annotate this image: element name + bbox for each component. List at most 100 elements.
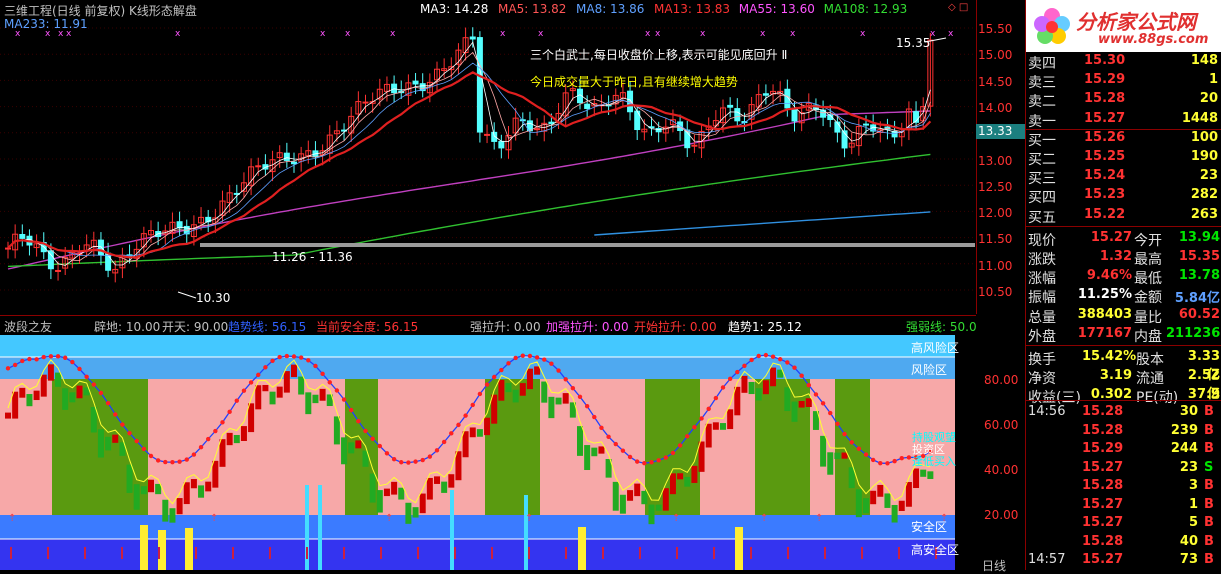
trend-dot <box>742 363 747 369</box>
stair-bar <box>76 385 83 399</box>
stair-bar <box>262 384 269 392</box>
trend-dot <box>434 448 440 453</box>
signal-marker: x <box>645 29 651 39</box>
trend-dot <box>592 414 597 420</box>
indicator-panel[interactable]: ⇡ ⇡ ⇡ ⇡ ⇡ ⇡ ⇡ ⇡ 高风险区 风险区 安全区 高安全区 持股观望 投资区 逢低买入 <box>0 335 976 570</box>
indicator-tick-label: 20.00 <box>984 508 1019 522</box>
ma13-line <box>7 71 932 259</box>
candle-body <box>727 104 734 108</box>
stat-value: 11.25% <box>1077 287 1132 303</box>
stat-label: 外盘 <box>1028 328 1056 345</box>
stat-row: 涨跌 1.32 最高 15.35 <box>1026 248 1221 268</box>
stat-value: 177167 <box>1077 325 1132 341</box>
bottom-tick <box>454 547 456 559</box>
tick-row[interactable]: 15.28 239 B <box>1026 422 1221 440</box>
trend-dot <box>170 459 175 465</box>
tick-volume: 40 <box>1179 533 1198 549</box>
signal-marker: x <box>790 29 796 39</box>
trend-dot <box>370 436 375 442</box>
bottom-tick <box>195 547 197 559</box>
candle-body <box>762 93 769 96</box>
bottom-tick <box>306 547 308 559</box>
stat-row: 外盘 177167 内盘 211236 <box>1026 325 1221 345</box>
quote-label: 卖二 <box>1028 94 1056 111</box>
price-tick-label: 15.50 <box>978 22 1013 36</box>
candle-body <box>791 107 798 122</box>
tick-volume: 23 <box>1179 459 1198 475</box>
trend-dot <box>399 460 404 465</box>
candle-body <box>55 269 62 272</box>
indicator-name: 波段之友 <box>4 320 53 334</box>
main-chart-panel[interactable]: xxxxxxxxxxxxxxxxxx 三维工程(日线 前复权) K线形态解盘 M… <box>0 0 977 314</box>
trend-dot <box>735 369 740 375</box>
flower-logo-icon <box>1032 6 1072 46</box>
trend-dot <box>220 420 225 425</box>
candle-body <box>534 128 541 131</box>
stair-bar <box>669 473 676 495</box>
low-arrow <box>177 291 197 299</box>
quote-volume: 1 <box>1208 72 1218 88</box>
tick-row[interactable]: 14:57 15.27 73 B <box>1026 551 1221 569</box>
price-tick-label: 12.00 <box>978 206 1013 221</box>
quote-volume: 100 <box>1190 129 1218 145</box>
stair-bar <box>176 498 183 515</box>
quote-volume: 1448 <box>1181 110 1218 126</box>
tick-row[interactable]: 15.28 40 B <box>1026 533 1221 551</box>
tick-price: 15.27 <box>1082 496 1124 512</box>
stat-label: 今开 <box>1134 232 1162 249</box>
bottom-tick <box>417 547 419 559</box>
indicator-chart[interactable]: ⇡ ⇡ ⇡ ⇡ ⇡ ⇡ ⇡ ⇡ <box>0 335 976 570</box>
stair-bar <box>469 427 476 438</box>
tick-row[interactable]: 15.27 5 B <box>1026 514 1221 532</box>
stair-bar <box>863 498 869 514</box>
tick-volume: 3 <box>1188 478 1198 493</box>
stair-bar <box>448 474 455 488</box>
stat-label: 最低 <box>1134 271 1162 288</box>
trend-dot <box>656 458 661 463</box>
tick-row[interactable]: 15.27 23 S <box>1026 459 1221 477</box>
trend-dot <box>198 444 204 450</box>
quote-price: 15.26 <box>1084 129 1126 145</box>
ma-legend-item: MA13: 13.83 <box>654 2 731 16</box>
trend-dot <box>248 380 254 385</box>
stat-value: 388403 <box>1077 306 1132 322</box>
stair-bar <box>619 494 626 514</box>
quote-price: 15.25 <box>1084 149 1126 164</box>
zone-high-safe: 高安全区 <box>911 543 960 557</box>
quote-price: 15.30 <box>1084 53 1126 68</box>
stair-bar <box>276 386 283 398</box>
stair-bar <box>219 439 226 467</box>
trend-dot <box>420 457 425 463</box>
quote-label: 买一 <box>1028 132 1056 149</box>
stat-row: 振幅 11.25% 金额 5.84亿 <box>1026 286 1221 306</box>
stat-value: 15.35 <box>1178 249 1220 264</box>
stat-row: 总量 388403 量比 60.52 <box>1026 306 1221 326</box>
tick-side: B <box>1204 515 1214 530</box>
indicator-tick-label: 40.00 <box>984 463 1019 477</box>
stat-label: 股本 <box>1136 352 1164 368</box>
trend-dot <box>148 453 154 459</box>
bottom-tick <box>158 547 160 559</box>
tick-row[interactable]: 15.28 3 B <box>1026 477 1221 495</box>
label-buy-low: 逢低买入 <box>912 455 956 468</box>
trend-dot <box>820 401 826 406</box>
trend-dot <box>334 388 340 393</box>
tick-list[interactable]: 14:56 15.28 30 B 15.28 239 B 15.29 244 B 15.27 23 S 1… <box>1026 400 1221 571</box>
tick-row[interactable]: 14:56 15.28 30 B <box>1026 403 1221 421</box>
stair-bar <box>741 375 748 393</box>
corner-icons[interactable]: ◇ □ <box>948 2 968 13</box>
candlestick-chart[interactable]: xxxxxxxxxxxxxxxxxx <box>0 0 976 314</box>
stair-bar <box>5 412 11 419</box>
yellow-bar <box>735 527 743 570</box>
trend-dot <box>62 355 68 360</box>
trend-dot <box>184 457 189 462</box>
trend-zone <box>645 379 700 515</box>
stair-bar <box>770 367 777 387</box>
quote-price: 15.28 <box>1084 91 1126 107</box>
stair-bar <box>762 380 769 395</box>
tick-row[interactable]: 15.29 244 B <box>1026 440 1221 458</box>
tick-row[interactable]: 15.27 1 B <box>1026 496 1221 514</box>
signal-marker: x <box>948 29 954 39</box>
trend-dot <box>441 439 447 445</box>
stat-row: 净资 3.19 流通 2.52亿 <box>1026 367 1221 402</box>
